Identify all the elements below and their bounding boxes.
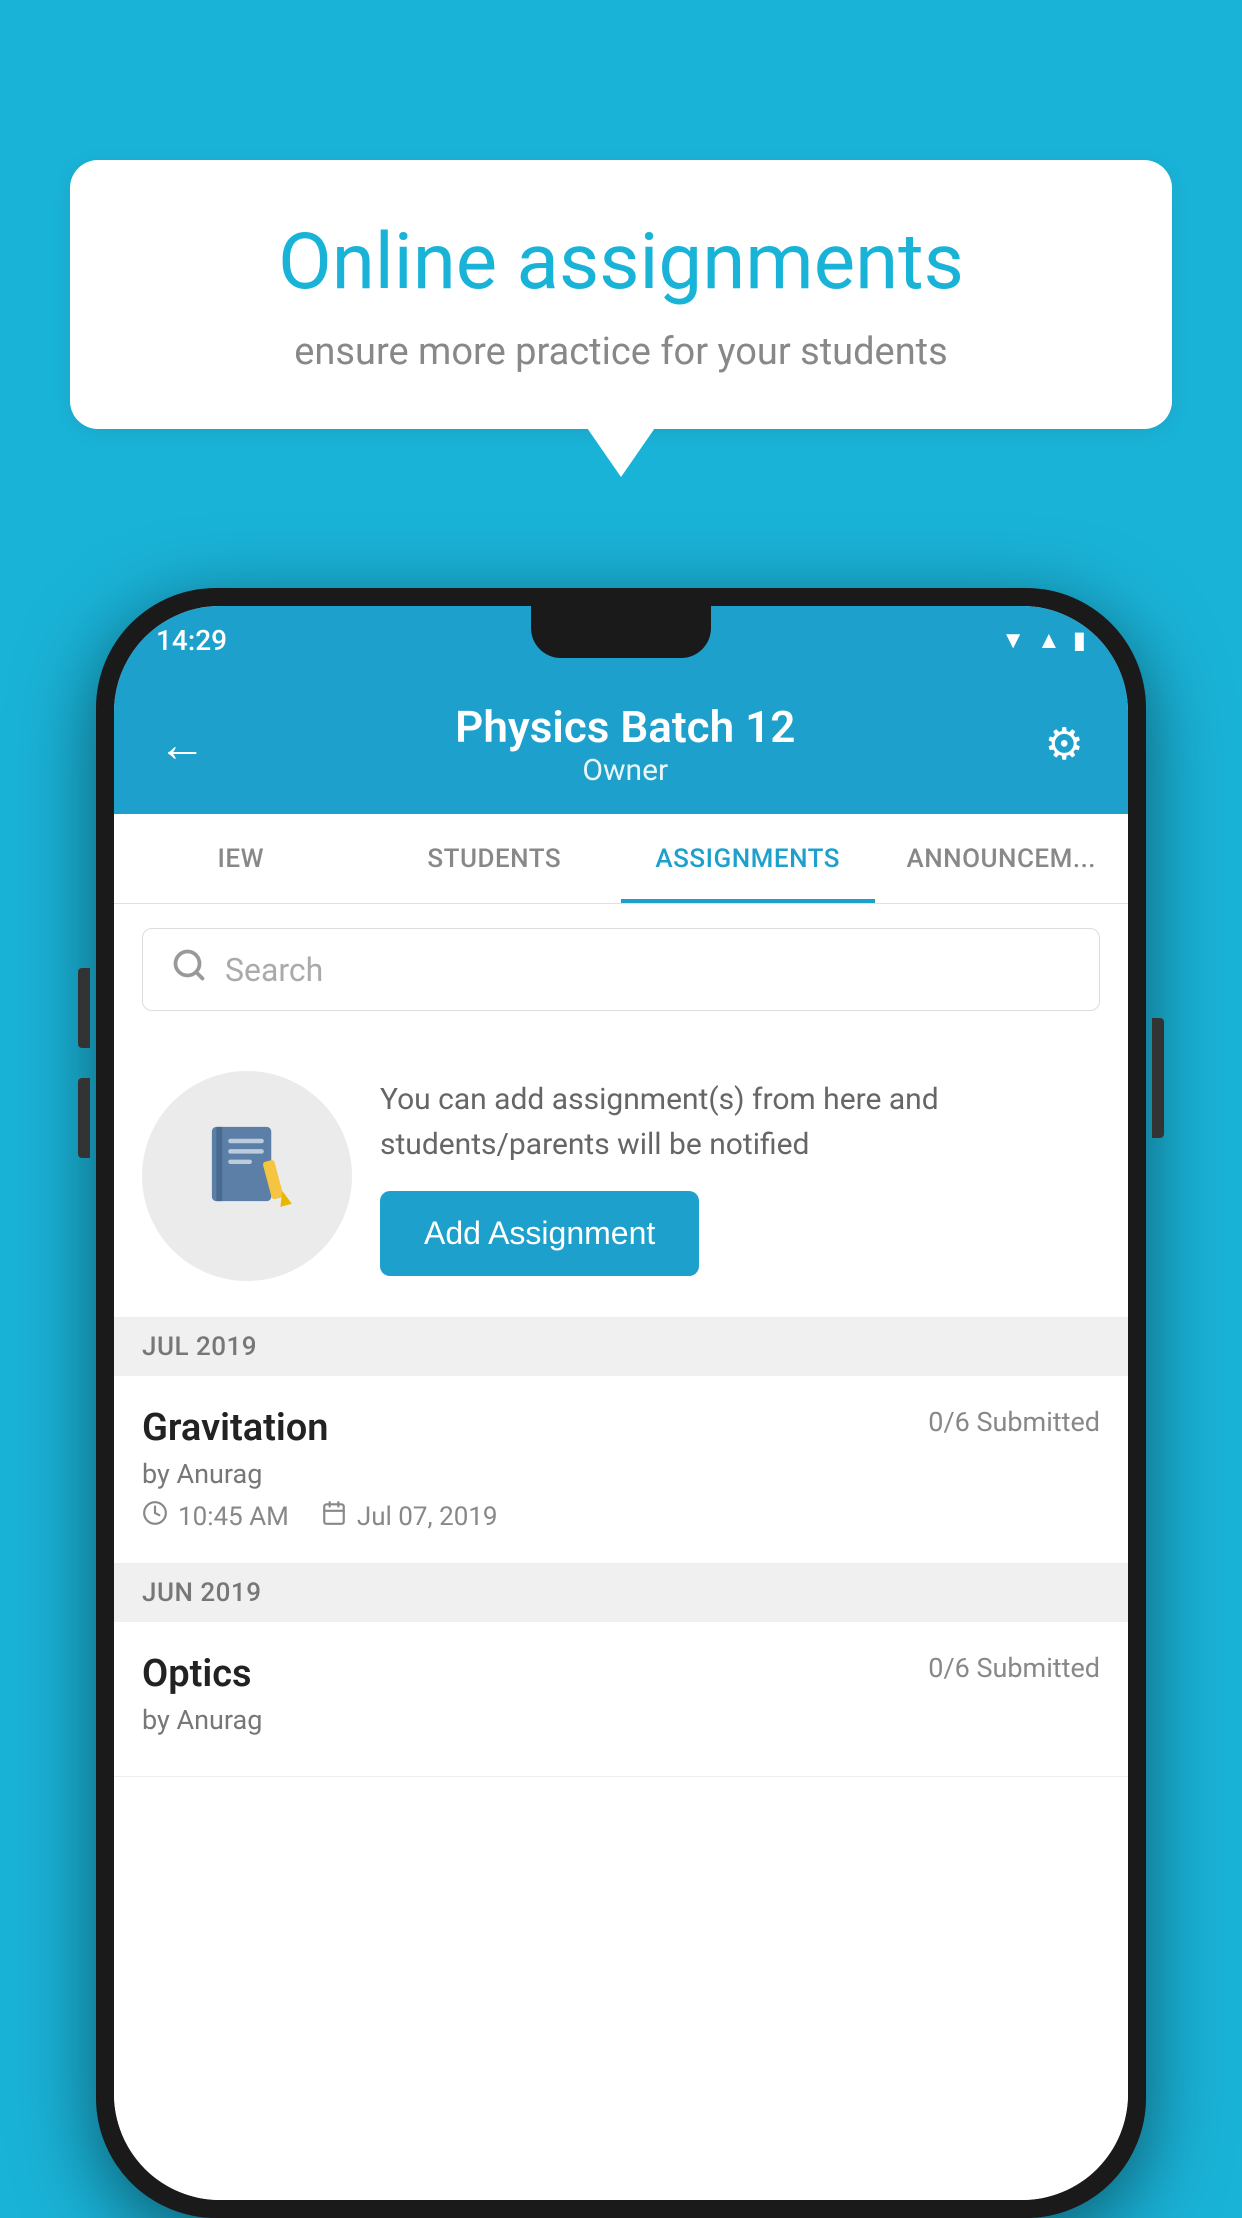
calendar-icon <box>321 1500 347 1533</box>
speech-bubble: Online assignments ensure more practice … <box>70 160 1172 429</box>
tabs-bar: IEW STUDENTS ASSIGNMENTS ANNOUNCEM... <box>114 814 1128 904</box>
app-header: ← Physics Batch 12 Owner ⚙ <box>114 674 1128 814</box>
promo-right: You can add assignment(s) from here and … <box>380 1077 1100 1276</box>
month-separator-jun: JUN 2019 <box>114 1564 1128 1622</box>
back-button[interactable]: ← <box>158 716 206 773</box>
batch-title: Physics Batch 12 <box>455 701 795 753</box>
speech-bubble-container: Online assignments ensure more practice … <box>70 160 1172 429</box>
status-icons: ▼ ▲ ▮ <box>1001 626 1086 655</box>
settings-button[interactable]: ⚙ <box>1045 718 1084 770</box>
assignment-title-optics: Optics <box>142 1652 252 1696</box>
assignment-by: by Anurag <box>142 1458 1100 1490</box>
tab-assignments[interactable]: ASSIGNMENTS <box>621 814 875 903</box>
tab-view[interactable]: IEW <box>114 814 368 903</box>
signal-icon: ▲ <box>1037 626 1061 655</box>
promo-icon-circle <box>142 1071 352 1281</box>
phone-frame: 14:29 ▼ ▲ ▮ ← Physics Batch 12 Owner ⚙ I… <box>96 588 1146 2218</box>
phone-screen: 14:29 ▼ ▲ ▮ ← Physics Batch 12 Owner ⚙ I… <box>114 606 1128 2200</box>
assignment-header-optics: Optics 0/6 Submitted <box>142 1652 1100 1696</box>
meta-time: 10:45 AM <box>142 1500 289 1533</box>
assignment-time: 10:45 AM <box>178 1502 289 1532</box>
assignment-title: Gravitation <box>142 1406 329 1450</box>
search-container: Search <box>114 904 1128 1035</box>
assignment-date: Jul 07, 2019 <box>357 1502 498 1532</box>
status-time: 14:29 <box>156 624 227 657</box>
add-assignment-button[interactable]: Add Assignment <box>380 1191 699 1276</box>
batch-subtitle: Owner <box>455 753 795 788</box>
tab-students[interactable]: STUDENTS <box>368 814 622 903</box>
assignment-item-gravitation[interactable]: Gravitation 0/6 Submitted by Anurag 10:4… <box>114 1376 1128 1564</box>
volume-down-button[interactable] <box>78 1078 90 1158</box>
promo-section: You can add assignment(s) from here and … <box>114 1035 1128 1318</box>
volume-up-button[interactable] <box>78 968 90 1048</box>
promo-text: You can add assignment(s) from here and … <box>380 1077 1100 1167</box>
assignment-item-optics[interactable]: Optics 0/6 Submitted by Anurag <box>114 1622 1128 1777</box>
notebook-icon <box>200 1118 295 1235</box>
assignment-by-optics: by Anurag <box>142 1704 1100 1736</box>
assignment-submitted: 0/6 Submitted <box>928 1406 1100 1438</box>
power-button[interactable] <box>1152 1018 1164 1138</box>
month-separator-jul: JUL 2019 <box>114 1318 1128 1376</box>
assignment-meta: 10:45 AM Jul 07, 2019 <box>142 1500 1100 1533</box>
meta-date: Jul 07, 2019 <box>321 1500 498 1533</box>
speech-bubble-subtitle: ensure more practice for your students <box>140 330 1102 374</box>
header-center: Physics Batch 12 Owner <box>455 701 795 788</box>
search-placeholder: Search <box>225 951 323 989</box>
speech-bubble-title: Online assignments <box>140 220 1102 306</box>
assignment-header: Gravitation 0/6 Submitted <box>142 1406 1100 1450</box>
phone-notch <box>531 606 711 658</box>
clock-icon <box>142 1500 168 1533</box>
tab-announcements[interactable]: ANNOUNCEM... <box>875 814 1129 903</box>
assignment-submitted-optics: 0/6 Submitted <box>928 1652 1100 1684</box>
battery-icon: ▮ <box>1073 626 1086 654</box>
content-area: Search <box>114 904 1128 2200</box>
search-icon <box>171 947 207 992</box>
wifi-icon: ▼ <box>1001 626 1025 655</box>
search-bar[interactable]: Search <box>142 928 1100 1011</box>
